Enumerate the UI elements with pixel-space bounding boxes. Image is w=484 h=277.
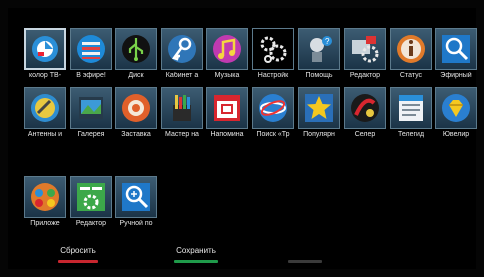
- tile-label: Телегид: [397, 131, 425, 138]
- tile-apps[interactable]: Приложе: [24, 176, 66, 228]
- tile-jeweler[interactable]: Ювелир: [435, 87, 477, 139]
- tile-label: Музыка: [214, 72, 240, 79]
- tile-music[interactable]: Музыка: [206, 28, 248, 80]
- tile-label: Популярн: [303, 131, 335, 138]
- tile-label: Диск: [128, 72, 144, 79]
- save-button[interactable]: Сохранить: [174, 246, 218, 263]
- tv-guide-icon: [390, 87, 432, 129]
- green-key-indicator: [174, 260, 218, 263]
- tile-label: Селер: [354, 131, 376, 138]
- popular-star-icon: [298, 87, 340, 129]
- tile-label: Антенны и: [27, 131, 63, 138]
- broadcast-search-icon: [435, 28, 477, 70]
- tile-label: Ручной по: [119, 220, 153, 227]
- tile-setup-wizard[interactable]: Мастер на: [161, 87, 203, 139]
- account-key-icon: [161, 28, 203, 70]
- tile-settings[interactable]: Настройк: [252, 28, 294, 80]
- tile-label: Редактор: [75, 220, 107, 227]
- tile-disk[interactable]: Диск: [115, 28, 157, 80]
- tile-label: Ювелир: [442, 131, 470, 138]
- status-info-icon: [390, 28, 432, 70]
- apps-icon: [24, 176, 66, 218]
- tile-label: В эфире!: [76, 72, 106, 79]
- tile-label: Приложе: [30, 220, 60, 227]
- tile-popular[interactable]: Популярн: [298, 87, 340, 139]
- music-icon: [206, 28, 248, 70]
- red-key-indicator: [58, 260, 98, 263]
- disk-usb-icon: [115, 28, 157, 70]
- antenna-satellite-icon: [24, 87, 66, 129]
- manual-search-icon: [115, 176, 157, 218]
- search-tricolor-icon: [252, 87, 294, 129]
- tile-tv-guide[interactable]: Телегид: [390, 87, 432, 139]
- tile-search-tricolor[interactable]: Поиск «Тр: [252, 87, 294, 139]
- third-button: [288, 246, 322, 263]
- tile-color-tv[interactable]: колор ТВ-: [24, 28, 66, 80]
- tile-editor-2[interactable]: Редактор: [70, 176, 112, 228]
- gallery-icon: [70, 87, 112, 129]
- tile-status[interactable]: Статус: [390, 28, 432, 80]
- tile-screensaver[interactable]: Заставка: [115, 87, 157, 139]
- tile-antennas[interactable]: Антенны и: [24, 87, 66, 139]
- svg-text:?: ?: [325, 37, 330, 46]
- tile-label: колор ТВ-: [28, 72, 62, 79]
- grey-key-indicator: [288, 260, 322, 263]
- editor-icon: [344, 28, 386, 70]
- reset-button[interactable]: Сбросить: [58, 246, 98, 263]
- tile-label: Редактор: [349, 72, 381, 79]
- tile-label: Напомина: [210, 131, 244, 138]
- tile-account[interactable]: Кабинет а: [161, 28, 203, 80]
- tile-on-air[interactable]: В эфире!: [70, 28, 112, 80]
- tile-label: Помощь: [305, 72, 333, 79]
- jeweler-icon: [435, 87, 477, 129]
- settings-gears-icon: [252, 28, 294, 70]
- tile-label: Статус: [399, 72, 423, 79]
- tile-label: Настройк: [257, 72, 289, 79]
- save-button-label: Сохранить: [176, 246, 216, 255]
- help-robot-icon: ?: [298, 28, 340, 70]
- screensaver-icon: [115, 87, 157, 129]
- reset-button-label: Сбросить: [60, 246, 96, 255]
- tile-editor[interactable]: Редактор: [344, 28, 386, 80]
- seller-icon: [344, 87, 386, 129]
- tile-label: Заставка: [121, 131, 151, 138]
- third-button-label: [288, 246, 322, 255]
- tile-seller[interactable]: Селер: [344, 87, 386, 139]
- tile-label: Кабинет а: [165, 72, 199, 79]
- tile-label: Эфирный: [440, 72, 472, 79]
- setup-wizard-icon: [161, 87, 203, 129]
- tile-label: Поиск «Тр: [256, 131, 290, 138]
- on-air-icon: [70, 28, 112, 70]
- tile-reminder[interactable]: Напомина: [206, 87, 248, 139]
- tile-label: Галерея: [77, 131, 105, 138]
- color-tv-icon: [24, 28, 66, 70]
- reminder-calendar-icon: [206, 87, 248, 129]
- tile-label: Мастер на: [165, 131, 199, 138]
- editor-settings-icon: [70, 176, 112, 218]
- tile-gallery[interactable]: Галерея: [70, 87, 112, 139]
- tile-help[interactable]: ? Помощь: [298, 28, 340, 80]
- tile-broadcast[interactable]: Эфирный: [435, 28, 477, 80]
- app-manager-screen: колор ТВ- В эфире! Диск Кабинет а Музыка…: [8, 8, 477, 269]
- tile-manual-search[interactable]: Ручной по: [115, 176, 157, 228]
